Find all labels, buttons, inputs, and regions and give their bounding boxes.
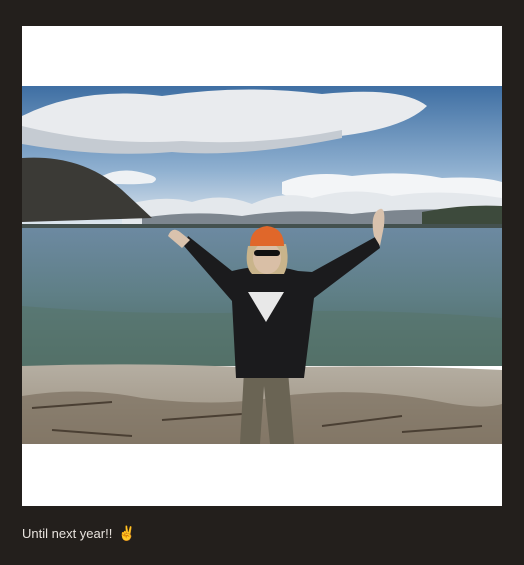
lake-photo[interactable] <box>22 86 502 444</box>
post-caption: Until next year!! ✌️ <box>22 526 136 541</box>
photo-illustration <box>22 86 502 444</box>
photo-card <box>22 26 502 506</box>
victory-hand-icon: ✌️ <box>118 525 136 542</box>
caption-text: Until next year!! <box>22 526 113 541</box>
